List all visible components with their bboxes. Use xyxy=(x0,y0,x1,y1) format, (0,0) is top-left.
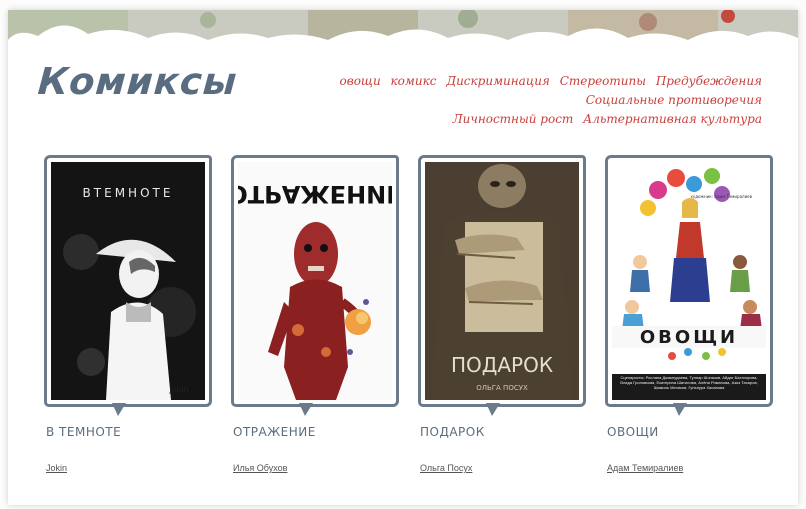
tag-link[interactable]: Социальные противоречия xyxy=(586,93,762,107)
speech-tail-icon xyxy=(299,403,313,416)
comic-cover-image: художник: Адам Темиралиев ОВОЩИ Сценарис… xyxy=(612,162,766,400)
cover-title-text: ВТЕМНОТЕ xyxy=(83,186,174,200)
comic-title[interactable]: В ТЕМНОТЕ xyxy=(46,425,121,439)
speech-tail-icon xyxy=(112,403,126,416)
cover-title-text: ПОДАРОК xyxy=(451,353,553,377)
comic-cover-image: ОТРАЖЕНИЕ xyxy=(238,162,392,400)
tag-link[interactable]: Альтернативная культура xyxy=(583,112,762,126)
comic-cover-link[interactable]: ВТЕМНОТЕ Jokin xyxy=(44,155,212,407)
comic-author-link[interactable]: Jokin xyxy=(46,463,67,473)
tag-link[interactable]: Дискриминация xyxy=(446,74,550,88)
comic-title[interactable]: ОТРАЖЕНИЕ xyxy=(233,425,316,439)
comic-author-link[interactable]: Илья Обухов xyxy=(233,463,287,473)
tag-link[interactable]: Предубеждения xyxy=(656,74,762,88)
comic-title[interactable]: ОВОЩИ xyxy=(607,425,659,439)
cover-artist-text: художник: Адам Темиралиев xyxy=(690,194,752,199)
tag-link[interactable]: Личностный рост xyxy=(453,112,574,126)
cover-title-text: ОТРАЖЕНИЕ xyxy=(238,180,392,208)
comic-cover-image: ПОДАРОК ОЛЬГА ПОСУХ xyxy=(425,162,579,400)
cover-title-text: ОВОЩИ xyxy=(640,327,738,348)
speech-tail-icon xyxy=(673,403,687,416)
cover-author-text: ОЛЬГА ПОСУХ xyxy=(476,384,528,392)
header-banner xyxy=(8,10,798,56)
speech-tail-icon xyxy=(486,403,500,416)
tag-cloud: овощи комикс Дискриминация Стереотипы Пр… xyxy=(242,72,763,129)
cover-credits-text: Сценаристы: Рослана Джамгудаева, Тулпар … xyxy=(620,375,758,390)
tag-link[interactable]: Стереотипы xyxy=(560,74,646,88)
comic-cover-link[interactable]: ПОДАРОК ОЛЬГА ПОСУХ xyxy=(418,155,586,407)
page: Комиксы овощи комикс Дискриминация Стере… xyxy=(8,10,798,505)
tag-link[interactable]: комикс xyxy=(391,74,437,88)
comic-author-link[interactable]: Адам Темиралиев xyxy=(607,463,683,473)
cover-signature: Jokin xyxy=(168,385,188,394)
comic-author-link[interactable]: Ольга Посух xyxy=(420,463,472,473)
site-logo[interactable]: Комиксы xyxy=(36,60,238,103)
comic-title[interactable]: ПОДАРОК xyxy=(420,425,485,439)
comic-cover-link[interactable]: художник: Адам Темиралиев ОВОЩИ Сценарис… xyxy=(605,155,773,407)
tag-link[interactable]: овощи xyxy=(340,74,381,88)
comic-cover-link[interactable]: ОТРАЖЕНИЕ xyxy=(231,155,399,407)
comic-cover-image: ВТЕМНОТЕ Jokin xyxy=(51,162,205,400)
comics-grid: ВТЕМНОТЕ Jokin В ТЕМНОТЕ Jokin ОТР xyxy=(44,155,784,475)
